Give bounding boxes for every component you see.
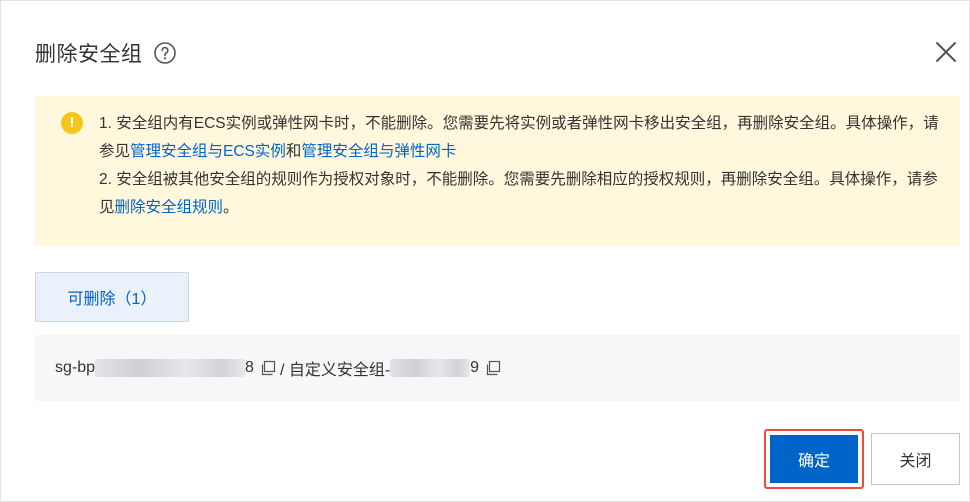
list-item: sg-bp 8 / 自定义安全组- 9 — [35, 335, 960, 401]
sg-name-suffix: 9 — [470, 359, 480, 376]
sg-id-suffix: 8 — [245, 359, 254, 376]
link-manage-sg-eni[interactable]: 管理安全组与弹性网卡 — [301, 143, 456, 160]
alert-line-1: 1. 安全组内有ECS实例或弹性网卡时，不能删除。您需要先将实例或者弹性网卡移出… — [99, 110, 940, 166]
copy-icon[interactable] — [485, 360, 501, 376]
ok-button-highlight: 确定 — [764, 429, 864, 489]
warning-exclamation-icon: ! — [61, 112, 83, 134]
redacted-id — [95, 359, 246, 377]
link-manage-sg-ecs[interactable]: 管理安全组与ECS实例 — [130, 143, 286, 160]
sg-name-prefix: / 自定义安全组- — [279, 362, 391, 379]
tab-deletable[interactable]: 可删除（1） — [35, 272, 189, 322]
copy-icon[interactable] — [260, 360, 276, 376]
warning-alert: ! 1. 安全组内有ECS实例或弹性网卡时，不能删除。您需要先将实例或者弹性网卡… — [35, 96, 960, 246]
link-delete-sg-rule[interactable]: 删除安全组规则 — [115, 199, 224, 216]
close-button[interactable]: 关闭 — [871, 433, 960, 485]
sg-id-prefix: sg-bp — [55, 359, 96, 376]
alert-line-1-conj: 和 — [285, 143, 302, 160]
alert-line-2: 2. 安全组被其他安全组的规则作为授权对象时，不能删除。您需要先删除相应的授权规… — [99, 166, 940, 222]
question-circle-icon[interactable] — [153, 41, 177, 65]
dialog-header: 删除安全组 — [35, 35, 177, 71]
delete-security-group-dialog: 删除安全组 ! 1. 安全组内有ECS实例或弹性网卡时，不能删除。您需要先将实例… — [0, 0, 970, 502]
ok-button[interactable]: 确定 — [770, 435, 858, 483]
redacted-name — [390, 359, 471, 377]
dialog-title: 删除安全组 — [35, 43, 143, 66]
close-x-icon[interactable] — [933, 39, 959, 65]
alert-line-2-end: 。 — [223, 199, 239, 216]
